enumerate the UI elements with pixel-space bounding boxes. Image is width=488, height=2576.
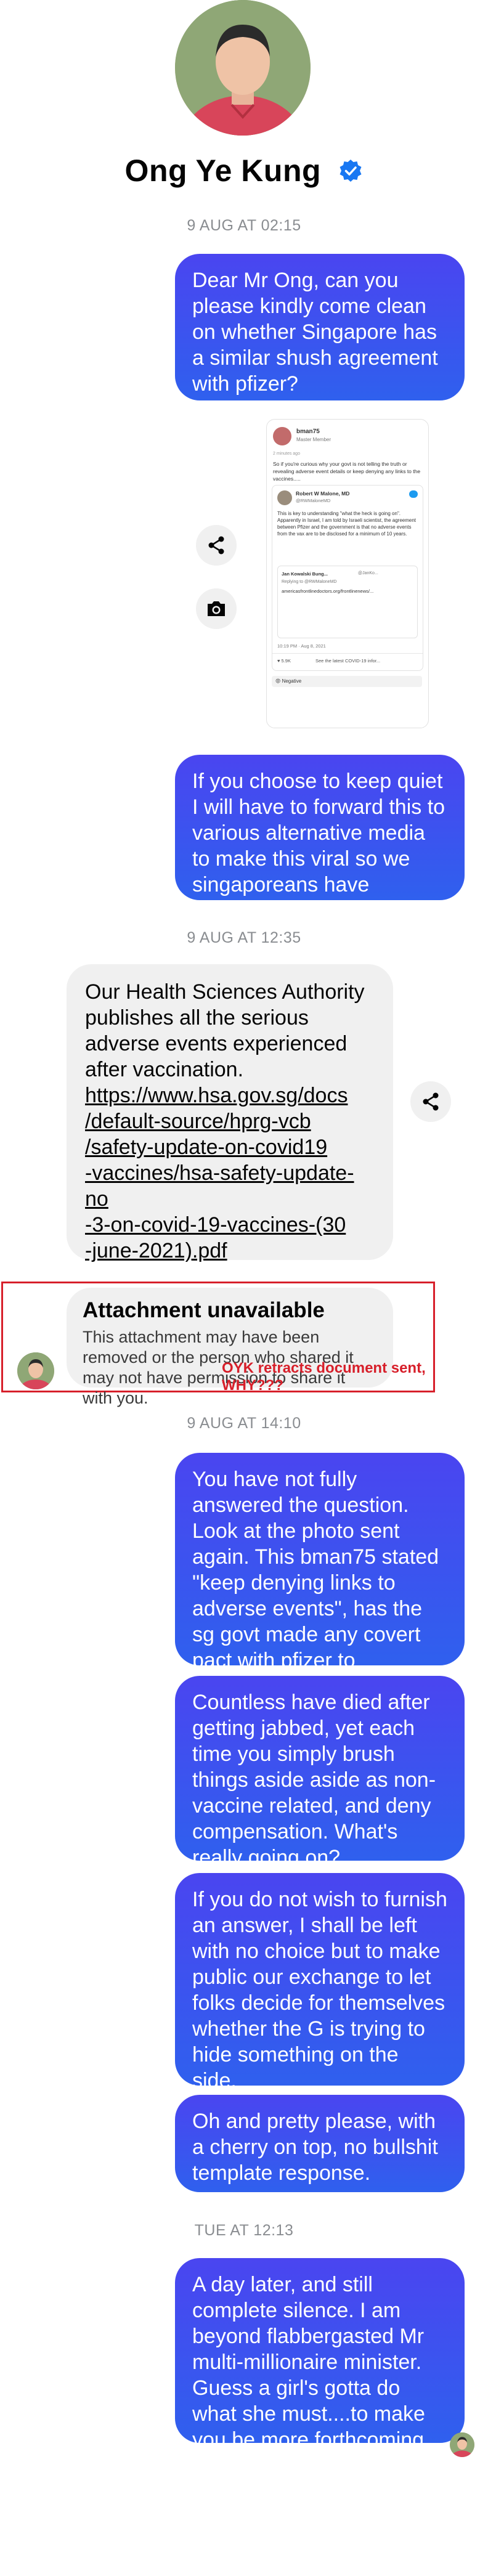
contact-name: Ong Ye Kung [124, 153, 322, 188]
attachment-title: Attachment unavailable [83, 1298, 325, 1322]
quoted-link: americasfrontlinedoctors.org/frontlinene… [282, 588, 374, 594]
contact-avatar-image [175, 0, 311, 136]
reaction-chip: 😡 Negative [272, 676, 422, 687]
timestamp-divider: TUE AT 12:13 [194, 2222, 294, 2239]
tweet-divider [272, 653, 423, 654]
tweet-text: This is key to understanding "what the h… [277, 511, 416, 537]
link-line: /default-source/hprg-vcb [85, 1110, 311, 1133]
quoted-handle: @JanKo... [358, 571, 378, 575]
forum-post-text: So if you're curious why your govt is no… [273, 461, 421, 482]
tweet-likes-count: 5.9K [281, 658, 291, 664]
outgoing-message[interactable]: A day later, and still complete silence.… [175, 2258, 465, 2452]
twitter-bird-icon [409, 490, 418, 498]
link-line: -3-on-covid-19-vaccines-(30 [85, 1213, 346, 1237]
incoming-message-link[interactable]: https://www.hsa.gov.sg/docs /default-sou… [85, 1083, 377, 1264]
contact-avatar-small[interactable] [17, 1352, 54, 1389]
tweet-see-latest: See the latest COVID-19 infor... [315, 658, 381, 664]
link-line: -june-2021).pdf [85, 1239, 227, 1262]
attached-screenshot[interactable]: bman75 Master Member 2 minutes ago So if… [266, 419, 429, 728]
quoted-tweet: Jan Kowalski Bung... @JanKo... Replying … [277, 566, 418, 638]
camera-icon [208, 601, 225, 616]
tweet-author-avatar [277, 490, 292, 505]
tweet-handle: @RWMaloneMD [296, 498, 331, 503]
outgoing-message[interactable]: If you choose to keep quiet I will have … [175, 755, 465, 922]
forum-post-time: 2 minutes ago [273, 452, 300, 456]
incoming-message-text: Our Health Sciences Authority publishes … [85, 980, 365, 1081]
outgoing-message[interactable]: Oh and pretty please, with a cherry on t… [175, 2095, 465, 2192]
verified-badge-icon [340, 159, 362, 182]
quoted-author: Jan Kowalski Bung... [282, 571, 328, 577]
seen-receipt-avatar [450, 2432, 474, 2457]
outgoing-message[interactable]: Dear Mr Ong, can you please kindly come … [175, 254, 465, 400]
embedded-tweet: Robert W Malone, MD @RWMaloneMD This is … [272, 485, 423, 671]
outgoing-message[interactable]: You have not fully answered the question… [175, 1453, 465, 1698]
red-annotation: OYK retracts document sent, WHY??? [222, 1360, 426, 1394]
forum-user-avatar [273, 427, 291, 445]
link-line: -vaccines/hsa-safety-update-no [85, 1161, 354, 1211]
outgoing-message[interactable]: If you do not wish to furnish an answer,… [175, 1873, 465, 2092]
forum-username: bman75 [296, 428, 320, 435]
reaction-label: Negative [282, 678, 302, 684]
link-line: https://www.hsa.gov.sg/docs [85, 1084, 348, 1107]
camera-button[interactable] [196, 588, 237, 629]
incoming-message[interactable]: Our Health Sciences Authority publishes … [67, 964, 393, 1262]
share-icon [208, 536, 224, 555]
seen-receipt-avatar-image [450, 2432, 474, 2457]
outgoing-message[interactable]: Countless have died after getting jabbed… [175, 1676, 465, 1869]
quoted-replying: Replying to @RWMaloneMD [282, 580, 337, 584]
timestamp-divider: 9 AUG AT 02:15 [187, 217, 301, 234]
contact-name-row: Ong Ye Kung [0, 153, 488, 189]
forum-user-role: Master Member [296, 437, 331, 442]
contact-avatar[interactable] [175, 0, 311, 136]
tweet-time: 10:19 PM · Aug 8, 2021 [277, 643, 326, 649]
tweet-author: Robert W Malone, MD [296, 490, 350, 497]
share-button[interactable] [410, 1081, 451, 1122]
link-line: /safety-update-on-covid19 [85, 1136, 328, 1159]
timestamp-divider: 9 AUG AT 12:35 [187, 929, 301, 946]
share-button[interactable] [196, 525, 237, 566]
share-icon [423, 1092, 439, 1111]
timestamp-divider: 9 AUG AT 14:10 [187, 1415, 301, 1432]
contact-avatar-small-image [17, 1352, 54, 1389]
tweet-likes: ♥ 5.9K [277, 658, 291, 664]
